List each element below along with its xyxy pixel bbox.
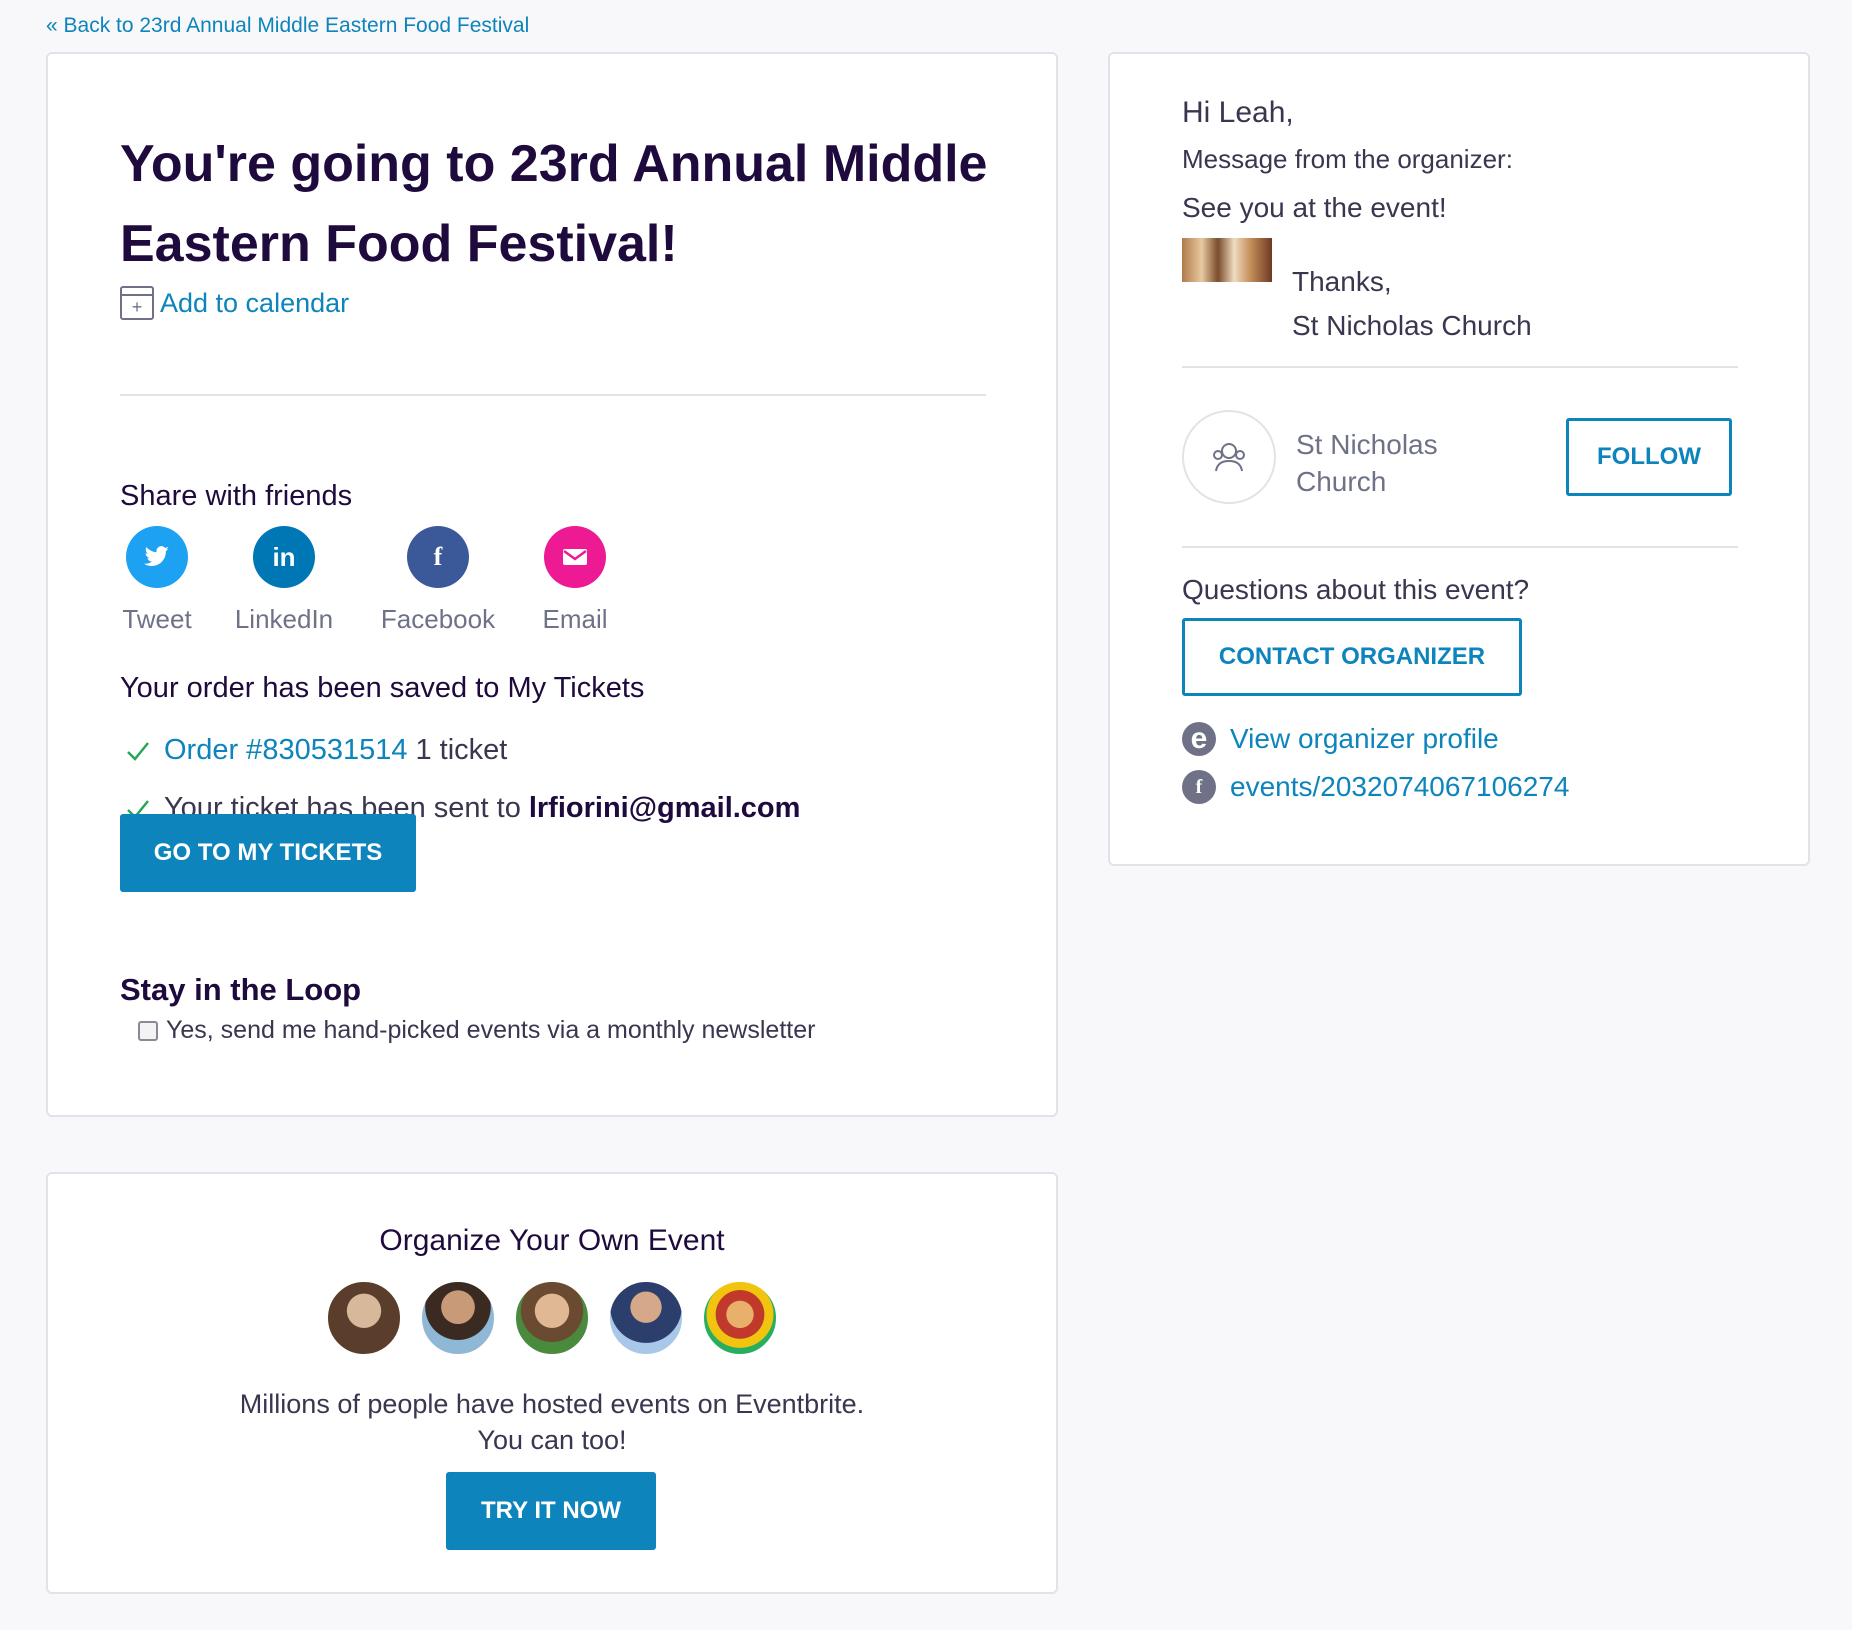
organize-desc-line2: You can too! [477, 1425, 627, 1455]
back-link[interactable]: « Back to 23rd Annual Middle Eastern Foo… [46, 14, 529, 38]
organizer-profile-row[interactable]: e View organizer profile [1182, 722, 1499, 756]
signature: St Nicholas Church [1292, 310, 1532, 341]
order-saved-text: Your order has been saved to My Tickets [120, 672, 645, 704]
divider [120, 394, 986, 396]
newsletter-label: Yes, send me hand-picked events via a mo… [166, 1016, 816, 1044]
organizer-card: Hi Leah, Message from the organizer: See… [1108, 52, 1810, 866]
order-link[interactable]: Order #830531514 [164, 734, 407, 767]
divider [1182, 366, 1738, 368]
order-confirmation-row: Order #830531514 1 ticket [126, 734, 507, 767]
organizer-facebook-row[interactable]: f events/2032074067106274 [1182, 770, 1569, 804]
ticket-count: 1 ticket [415, 734, 508, 766]
stay-in-loop-heading: Stay in the Loop [120, 972, 362, 1007]
share-label-tweet: Tweet [122, 604, 192, 634]
facebook-icon: f [1182, 770, 1216, 804]
share-label-linkedin: LinkedIn [234, 604, 334, 634]
twitter-icon[interactable] [126, 526, 188, 588]
share-email[interactable]: Email [538, 526, 612, 635]
add-to-calendar[interactable]: Add to calendar [120, 286, 349, 320]
group-icon [1213, 443, 1245, 472]
share-twitter[interactable]: Tweet [120, 526, 194, 635]
avatar [608, 1280, 684, 1356]
share-linkedin[interactable]: in LinkedIn [232, 526, 336, 635]
host-avatars [48, 1280, 1056, 1356]
organize-event-card: Organize Your Own Event Millions of peop… [46, 1172, 1058, 1594]
newsletter-option[interactable]: Yes, send me hand-picked events via a mo… [138, 1016, 815, 1045]
page-title: You're going to 23rd Annual Middle Easte… [120, 135, 988, 273]
avatar [326, 1280, 402, 1356]
email-icon[interactable] [544, 526, 606, 588]
confirmation-card: You're going to 23rd Annual Middle Easte… [46, 52, 1058, 1117]
questions-text: Questions about this event? [1182, 574, 1530, 605]
organizer-name: St Nicholas Church [1296, 429, 1438, 497]
facebook-icon[interactable]: f [407, 526, 469, 588]
organize-desc-line1: Millions of people have hosted events on… [239, 1389, 865, 1419]
add-to-calendar-link[interactable]: Add to calendar [160, 288, 349, 319]
share-label-facebook: Facebook [380, 604, 496, 634]
calendar-icon [120, 286, 154, 320]
newsletter-checkbox[interactable] [138, 1020, 158, 1041]
divider [1182, 546, 1738, 548]
ticket-email: lrfiorini@gmail.com [528, 792, 801, 824]
organize-heading: Organize Your Own Event [379, 1224, 725, 1257]
greeting: Hi Leah, [1182, 96, 1294, 129]
organizer-avatar[interactable] [1182, 410, 1276, 504]
avatar [702, 1280, 778, 1356]
thanks-text: Thanks, [1292, 266, 1392, 297]
avatar [514, 1280, 590, 1356]
view-organizer-profile-link[interactable]: View organizer profile [1230, 723, 1499, 755]
share-heading: Share with friends [120, 480, 353, 512]
organizer-message: See you at the event! [1182, 192, 1447, 223]
share-facebook[interactable]: f Facebook [376, 526, 500, 635]
contact-organizer-button[interactable]: CONTACT ORGANIZER [1182, 618, 1522, 696]
organizer-facebook-link[interactable]: events/2032074067106274 [1230, 771, 1569, 803]
organize-description: Millions of people have hosted events on… [48, 1386, 1056, 1458]
avatar [420, 1280, 496, 1356]
check-icon [127, 741, 149, 761]
go-to-my-tickets-button[interactable]: GO TO MY TICKETS [120, 814, 416, 892]
follow-button[interactable]: FOLLOW [1566, 418, 1732, 496]
share-label-email: Email [542, 604, 608, 634]
message-label: Message from the organizer: [1182, 144, 1513, 174]
try-it-now-button[interactable]: TRY IT NOW [446, 1472, 656, 1550]
linkedin-icon[interactable]: in [253, 526, 315, 588]
eventbrite-icon: e [1182, 722, 1216, 756]
event-thumbnail [1182, 238, 1272, 282]
